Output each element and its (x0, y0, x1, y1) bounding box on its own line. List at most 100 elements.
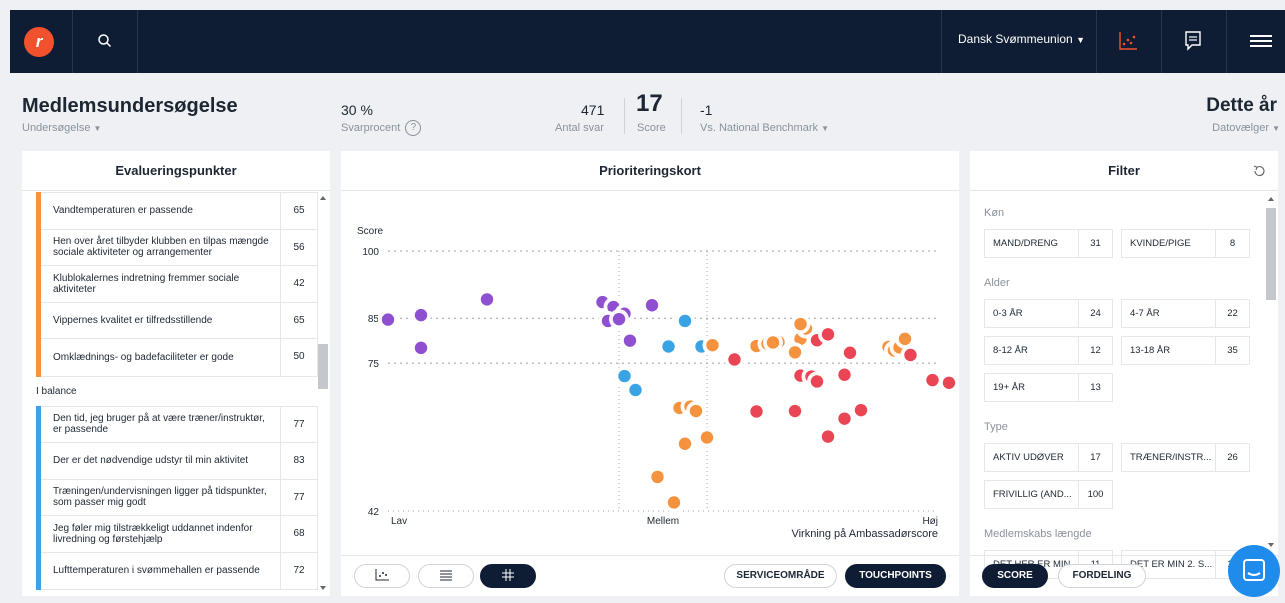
evaluation-score: 65 (280, 302, 317, 338)
evaluation-list: Vandtemperaturen er passende 65 Hen over å… (36, 192, 318, 590)
response-rate-label: Svarprocent ? (341, 120, 422, 136)
benchmark-label: Vs. National Benchmark (700, 122, 818, 134)
list-view-button[interactable] (418, 564, 474, 588)
filter-option[interactable]: FRIVILLIG (AND... 100 (984, 480, 1113, 509)
page-title: Medlemsundersøgelse (22, 95, 238, 117)
app-logo[interactable]: r (24, 27, 54, 57)
filter-option[interactable]: 13-18 ÅR 35 (1121, 336, 1250, 365)
filter-category-label: Alder (984, 277, 1010, 289)
filter-option[interactable]: MAND/DRENG 31 (984, 229, 1113, 258)
menu-icon[interactable] (1248, 28, 1274, 54)
filter-panel: Filter Køn MAND/DRENG 31 KVINDE/PIGE 8 Alder 0… (970, 151, 1278, 596)
data-point (706, 338, 719, 352)
blue-group: Den tid, jeg bruger på at være træner/in… (36, 405, 318, 590)
help-icon[interactable]: ? (405, 120, 422, 136)
evaluation-row[interactable]: Omklædnings- og badefaciliteter er gode 5… (37, 339, 317, 376)
scroll-thumb[interactable] (318, 344, 328, 389)
data-point (821, 430, 835, 443)
filter-option-count: 13 (1078, 374, 1112, 401)
data-point (821, 328, 835, 341)
orange-marker (36, 192, 41, 377)
grid-view-icon (502, 569, 514, 582)
divider (341, 555, 959, 556)
survey-selector-label: Undersøgelse (22, 122, 91, 134)
search-icon[interactable] (94, 30, 116, 52)
filter-option[interactable]: 4-7 ÅR 22 (1121, 299, 1250, 328)
evaluation-row[interactable]: Der er det nødvendige udstyr til min akt… (37, 443, 317, 480)
chevron-down-icon: ▼ (821, 124, 829, 133)
y-tick-label: 100 (362, 247, 379, 258)
chevron-down-icon: ▼ (1076, 35, 1085, 45)
touchpoints-button[interactable]: TOUCHPOINTS (845, 564, 946, 588)
filter-option[interactable]: 19+ ÅR 13 (984, 373, 1113, 402)
benchmark-selector[interactable]: Vs. National Benchmark ▼ (700, 122, 829, 134)
data-point (788, 346, 802, 359)
responses-label: Antal svar (555, 122, 604, 134)
divider (137, 10, 138, 73)
priority-chart: Score 42 75 85 100 Lav Mellem HøjVirkning på Am… (357, 226, 959, 540)
data-point (838, 412, 851, 425)
data-point (788, 404, 802, 418)
filter-option[interactable]: 0-3 ÅR 24 (984, 299, 1113, 328)
score-value: 17 (636, 90, 663, 117)
data-point (618, 369, 631, 383)
filter-category-label: Type (984, 421, 1008, 433)
score-tab-button[interactable]: SCORE (982, 564, 1048, 588)
filter-option-label: 8-12 ÅR (993, 345, 1028, 356)
filter-option[interactable]: TRÆNER/INSTR... 26 (1121, 443, 1250, 472)
filter-option[interactable]: AKTIV UDØVER 17 (984, 443, 1113, 472)
evaluation-row[interactable]: Klublokalernes indretning fremmer social… (37, 266, 317, 303)
grid-view-button[interactable] (480, 564, 536, 588)
data-point (414, 308, 428, 322)
divider (624, 98, 625, 134)
filter-option[interactable]: KVINDE/PIGE 8 (1121, 229, 1250, 258)
filter-option[interactable]: 8-12 ÅR 12 (984, 336, 1113, 365)
evaluation-row[interactable]: Vippernes kvalitet er tilfredsstillende 6… (37, 302, 317, 339)
section-label: I balance (36, 385, 77, 397)
evaluation-label: Jeg føler mig tilstrækkeligt uddannet in… (53, 522, 253, 545)
filter-option-count: 100 (1078, 481, 1112, 508)
evaluation-row[interactable]: Hen over året tilbyder klubben en tilpas… (37, 229, 317, 266)
survey-selector[interactable]: Undersøgelse ▼ (22, 122, 101, 134)
evaluation-row[interactable]: Træningen/undervisningen ligger på tidsp… (37, 479, 317, 516)
y-axis-label: Score (357, 226, 384, 237)
score-label: Score (637, 122, 666, 134)
scroll-down-icon[interactable] (320, 586, 326, 590)
date-picker[interactable]: Datovælger ▼ (1212, 122, 1280, 134)
data-point (629, 383, 642, 397)
filter-option-label: 19+ ÅR (993, 382, 1025, 393)
filter-option-count: 24 (1078, 300, 1112, 327)
data-point (414, 341, 428, 355)
filter-option-label: 0-3 ÅR (993, 308, 1023, 319)
org-selector[interactable]: Dansk Svømmeunion ▼ (958, 32, 1085, 46)
filter-option-count: 8 (1215, 230, 1249, 257)
scroll-thumb[interactable] (1266, 208, 1276, 300)
evaluation-row[interactable]: Jeg føler mig tilstrækkeligt uddannet in… (37, 516, 317, 553)
evaluation-label: Der er det nødvendige udstyr til min akt… (53, 455, 249, 467)
distribution-tab-button[interactable]: FORDELING (1058, 564, 1146, 588)
chat-launcher-button[interactable] (1228, 545, 1280, 597)
filter-option-label: FRIVILLIG (AND... (993, 489, 1072, 500)
filter-title: Filter (970, 151, 1278, 191)
data-point (794, 317, 807, 331)
evaluation-score: 56 (280, 229, 317, 265)
service-area-button[interactable]: SERVICEOMRÅDE (724, 564, 837, 588)
scroll-up-icon[interactable] (320, 196, 326, 200)
reset-icon[interactable] (1252, 164, 1266, 178)
data-point (678, 437, 692, 450)
x-tick-label: Mellem (647, 516, 679, 527)
divider (1096, 10, 1097, 73)
evaluation-score: 83 (280, 443, 317, 479)
data-point (898, 332, 912, 346)
scroll-up-icon[interactable] (1268, 197, 1274, 201)
scatter-view-button[interactable] (354, 564, 410, 588)
chart-icon[interactable] (1115, 28, 1141, 54)
chevron-down-icon: ▼ (1272, 124, 1280, 133)
evaluation-row[interactable]: Lufttemperaturen i svømmehallen er passe… (37, 552, 317, 589)
data-point (750, 405, 763, 418)
evaluation-row[interactable]: Den tid, jeg bruger på at være træner/in… (37, 406, 317, 443)
evaluation-row[interactable]: Vandtemperaturen er passende 65 (37, 193, 317, 230)
chat-icon[interactable] (1180, 28, 1206, 54)
data-point (904, 348, 917, 362)
data-point (651, 470, 664, 484)
